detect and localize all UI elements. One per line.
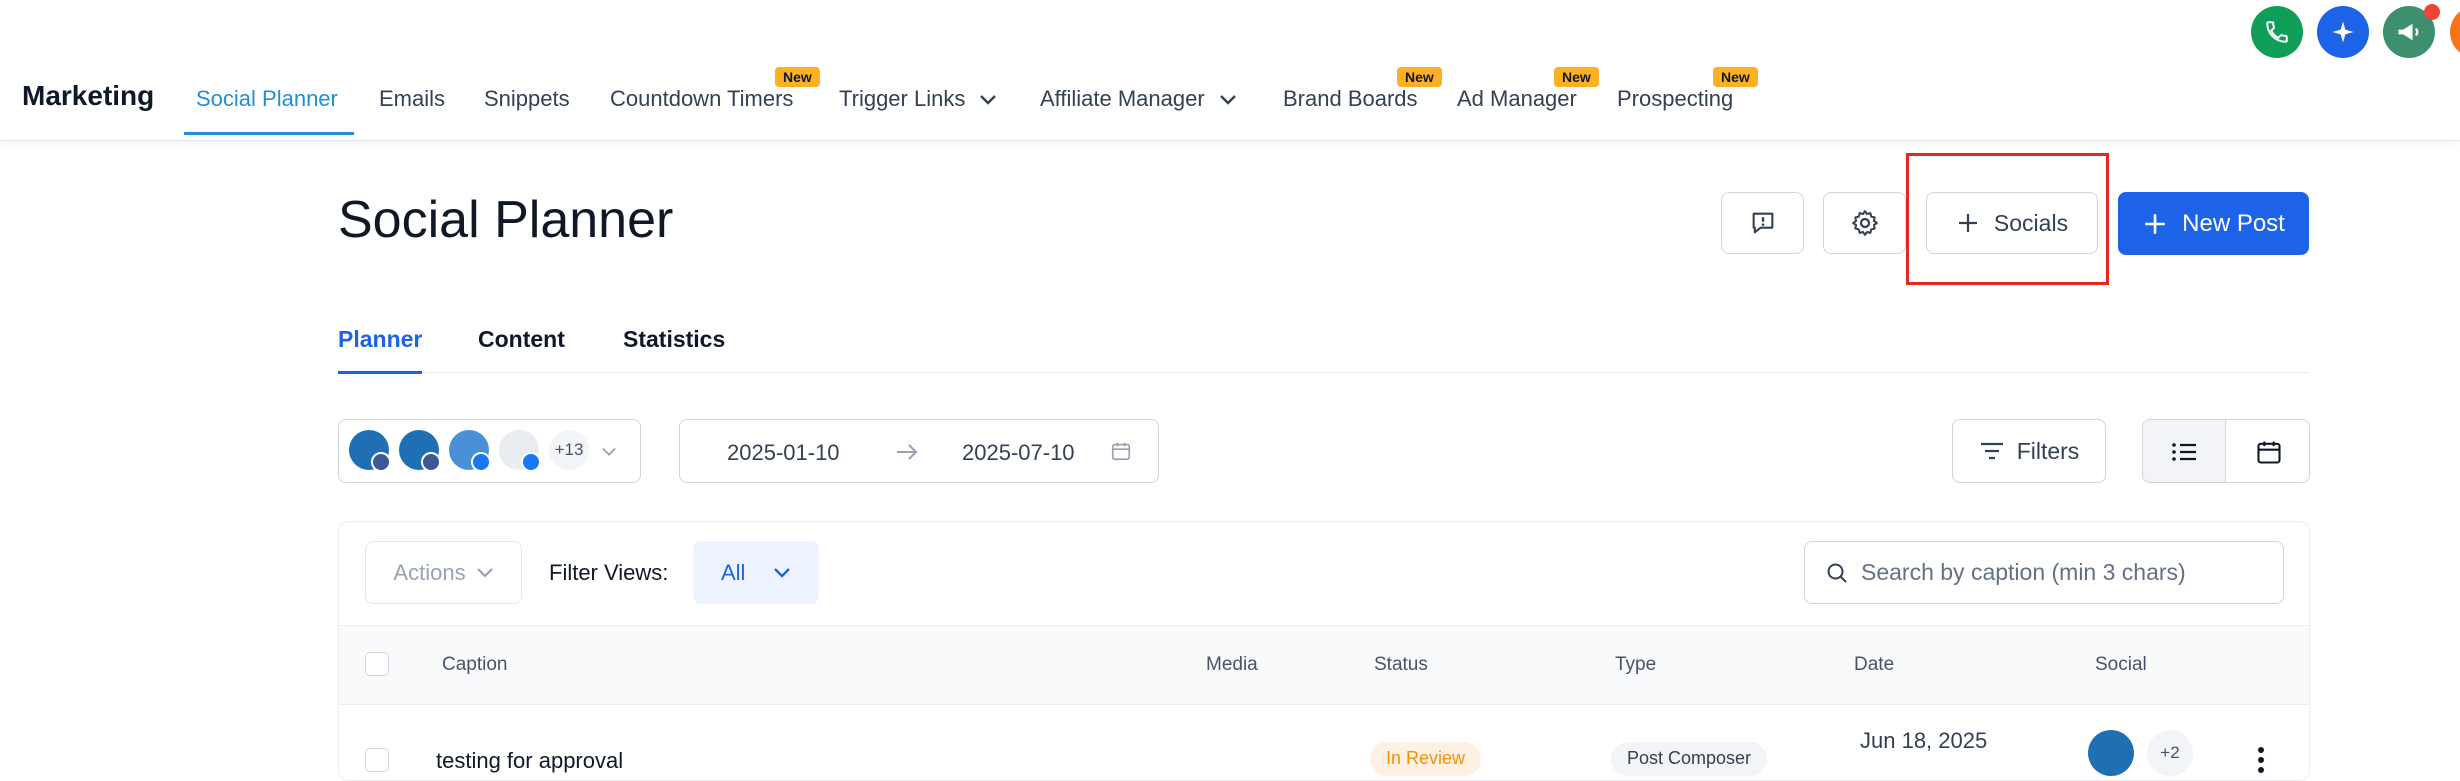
phone-button[interactable] xyxy=(2251,6,2303,58)
filter-views-select[interactable]: All xyxy=(693,541,819,604)
tab-planner[interactable]: Planner xyxy=(338,326,422,353)
page-title: Social Planner xyxy=(338,191,674,249)
gear-icon xyxy=(1851,210,1878,236)
filter-lines-icon xyxy=(1980,442,2003,460)
type-badge: Post Composer xyxy=(1611,742,1768,776)
column-header-date[interactable]: Date xyxy=(1854,654,1894,676)
row-caption[interactable]: testing for approval xyxy=(436,748,623,774)
social-account-avatar xyxy=(2088,730,2134,776)
actions-label: Actions xyxy=(393,559,466,585)
nav-trigger-links[interactable]: Trigger Links xyxy=(839,86,997,112)
new-badge: New xyxy=(1554,67,1599,87)
chevron-down-icon xyxy=(980,95,997,105)
chevron-down-icon xyxy=(602,447,616,456)
date-end: 2025-07-10 xyxy=(962,440,1075,465)
chevron-down-icon xyxy=(1219,95,1236,105)
settings-button[interactable] xyxy=(1823,192,1906,254)
new-badge: New xyxy=(1397,67,1442,87)
sparkle-icon xyxy=(2332,21,2354,43)
select-all-checkbox[interactable] xyxy=(365,652,389,676)
arrow-right-icon xyxy=(897,444,918,460)
feedback-button[interactable] xyxy=(1721,192,1804,254)
list-view-button[interactable] xyxy=(2143,420,2226,482)
calendar-view-button[interactable] xyxy=(2227,420,2309,482)
date-range-picker[interactable]: 2025-01-10 2025-07-10 xyxy=(679,419,1159,483)
status-badge: In Review xyxy=(1370,742,1482,776)
nav-social-planner[interactable]: Social Planner xyxy=(196,86,338,112)
view-toggle xyxy=(2142,419,2310,483)
nav-affiliate-manager[interactable]: Affiliate Manager xyxy=(1040,86,1237,112)
calendar-icon xyxy=(1111,442,1131,461)
notification-dot xyxy=(2424,4,2440,20)
filter-views-label: Filter Views: xyxy=(549,560,669,585)
ai-assistant-button[interactable] xyxy=(2317,6,2369,58)
new-post-button[interactable]: New Post xyxy=(2118,192,2309,255)
row-checkbox[interactable] xyxy=(365,748,389,772)
feedback-icon xyxy=(1752,212,1773,234)
user-avatar[interactable] xyxy=(2450,6,2460,58)
status-badge-label: In Review xyxy=(1386,748,1466,768)
highlight-annotation xyxy=(1906,153,2109,285)
chevron-down-icon xyxy=(476,567,493,578)
search-icon xyxy=(1827,563,1847,583)
filters-button[interactable]: Filters xyxy=(1952,419,2106,483)
nav-emails[interactable]: Emails xyxy=(379,86,445,112)
more-options-icon[interactable] xyxy=(2257,746,2265,776)
tab-statistics[interactable]: Statistics xyxy=(623,326,725,353)
tab-active-underline xyxy=(338,371,422,374)
more-socials-count: +2 xyxy=(2147,730,2193,776)
nav-trigger-links-label: Trigger Links xyxy=(839,86,966,111)
nav-countdown-timers[interactable]: Countdown Timers xyxy=(610,86,793,112)
tabs-divider xyxy=(338,372,2310,373)
megaphone-icon xyxy=(2398,23,2419,41)
calendar-icon xyxy=(2257,441,2281,464)
caption-search-input[interactable]: Search by caption (min 3 chars) xyxy=(1804,541,2284,604)
list-icon xyxy=(2172,443,2196,461)
new-badge: New xyxy=(775,67,820,87)
search-placeholder: Search by caption (min 3 chars) xyxy=(1861,559,2186,585)
filter-views-value: All xyxy=(721,559,746,585)
row-date: Jun 18, 2025 xyxy=(1860,728,1988,753)
filters-label: Filters xyxy=(2016,437,2080,464)
tab-content[interactable]: Content xyxy=(478,326,565,353)
nav-prospecting[interactable]: Prospecting xyxy=(1617,86,1733,112)
facebook-icon xyxy=(521,452,541,472)
more-accounts-count: +13 xyxy=(549,430,589,470)
nav-brand-boards[interactable]: Brand Boards xyxy=(1283,86,1418,112)
column-header-type[interactable]: Type xyxy=(1615,654,1656,676)
date-start: 2025-01-10 xyxy=(727,440,840,465)
column-header-social[interactable]: Social xyxy=(2095,654,2147,676)
column-header-status[interactable]: Status xyxy=(1374,654,1428,676)
table-header: Caption Media Status Type Date Social xyxy=(339,625,2309,705)
new-badge: New xyxy=(1713,67,1758,87)
top-navigation-bar: Marketing Social Planner Emails Snippets… xyxy=(0,0,2460,141)
nav-affiliate-manager-label: Affiliate Manager xyxy=(1040,86,1205,111)
table-row[interactable]: testing for approval In Review Post Comp… xyxy=(339,706,2309,780)
posts-table-card: Actions Filter Views: All Search by capt… xyxy=(338,521,2310,781)
new-post-label: New Post xyxy=(2182,209,2285,237)
type-badge-label: Post Composer xyxy=(1627,748,1752,768)
plus-icon xyxy=(2145,213,2165,234)
platform-badge-icon xyxy=(421,452,441,472)
nav-ad-manager[interactable]: Ad Manager xyxy=(1457,86,1577,112)
chevron-down-icon xyxy=(774,567,790,578)
facebook-icon xyxy=(471,452,491,472)
nav-snippets[interactable]: Snippets xyxy=(484,86,570,112)
app-brand: Marketing xyxy=(22,80,155,111)
nav-active-underline xyxy=(184,132,354,135)
social-accounts-selector[interactable]: +13 xyxy=(338,419,641,483)
platform-badge-icon xyxy=(371,452,391,472)
phone-icon xyxy=(2266,21,2288,43)
column-header-caption[interactable]: Caption xyxy=(442,654,508,676)
column-header-media[interactable]: Media xyxy=(1206,654,1258,676)
actions-dropdown[interactable]: Actions xyxy=(365,541,522,604)
